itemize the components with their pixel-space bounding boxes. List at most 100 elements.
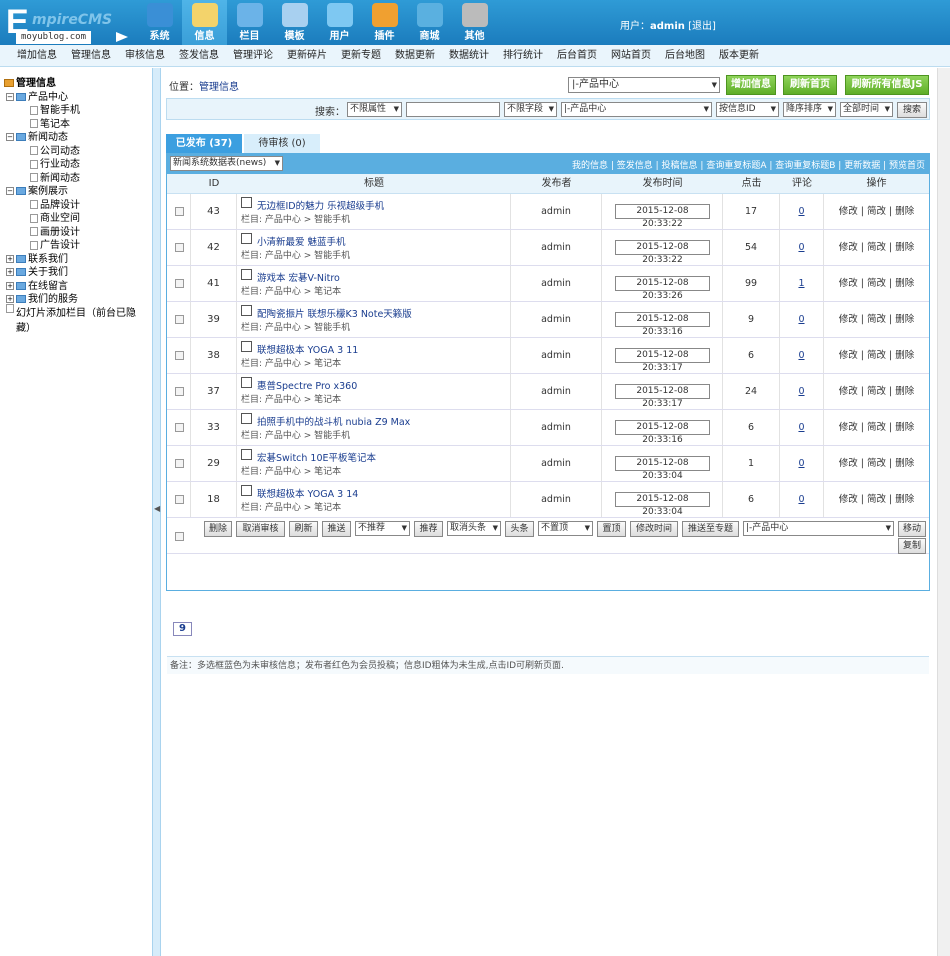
row-comments-link[interactable]: 0	[798, 206, 804, 217]
nav-folder[interactable]: 栏目	[227, 0, 272, 45]
submenu-item[interactable]: 更新碎片	[280, 45, 334, 66]
row-ops[interactable]: 修改 | 简改 | 删除	[824, 446, 929, 481]
push-topic-button[interactable]: 推送至专题	[682, 521, 739, 537]
row-title-link[interactable]: 惠普Spectre Pro x360	[257, 381, 357, 392]
tree-item[interactable]: 幻灯片添加栏目（前台已隐藏）	[6, 304, 136, 334]
row-checkbox[interactable]	[175, 459, 184, 468]
row-title-link[interactable]: 游戏本 宏碁V-Nitro	[257, 273, 340, 284]
row-category-link[interactable]: 产品中心 > 智能手机	[265, 431, 350, 441]
submenu-item[interactable]: 增加信息	[10, 45, 64, 66]
row-checkbox[interactable]	[175, 423, 184, 432]
row-time-field[interactable]: 2015-12-08 20:33:17	[615, 384, 710, 409]
expand-toggle-icon[interactable]: −	[6, 133, 14, 141]
column-select[interactable]: |-产品中心	[568, 77, 720, 93]
expand-toggle-icon[interactable]: −	[6, 92, 14, 101]
row-id[interactable]: 39	[191, 302, 237, 337]
row-checkbox[interactable]	[175, 279, 184, 288]
row-ops[interactable]: 修改 | 简改 | 删除	[824, 266, 929, 301]
row-id[interactable]: 41	[191, 266, 237, 301]
nav-tools[interactable]: 插件	[362, 0, 407, 45]
row-checkbox[interactable]	[175, 495, 184, 504]
row-checkbox[interactable]	[175, 351, 184, 360]
nav-shop[interactable]: 商城	[407, 0, 452, 45]
row-comments-link[interactable]: 0	[798, 494, 804, 505]
row-id[interactable]: 33	[191, 410, 237, 445]
row-ops[interactable]: 修改 | 简改 | 删除	[824, 302, 929, 337]
expand-toggle-icon[interactable]: −	[6, 187, 14, 195]
search-input[interactable]	[406, 102, 500, 117]
col-time[interactable]: 发布时间	[602, 174, 723, 194]
row-checkbox[interactable]	[175, 243, 184, 252]
search-button[interactable]: 搜索	[897, 102, 927, 118]
row-comments-link[interactable]: 0	[798, 314, 804, 325]
tab-pending[interactable]: 待审核 (0)	[244, 134, 320, 153]
row-comments-link[interactable]: 0	[798, 386, 804, 397]
order-select[interactable]: 降序排序	[783, 102, 836, 117]
row-ops[interactable]: 修改 | 简改 | 删除	[824, 194, 929, 229]
scrollbar[interactable]	[937, 68, 950, 956]
copy-button[interactable]: 复制	[898, 538, 926, 554]
row-id[interactable]: 29	[191, 446, 237, 481]
row-ops[interactable]: 修改 | 简改 | 删除	[824, 482, 929, 517]
panel-link[interactable]: 查询重复标题B	[775, 161, 835, 171]
row-id[interactable]: 38	[191, 338, 237, 373]
submenu-item[interactable]: 签发信息	[172, 45, 226, 66]
row-comments-link[interactable]: 0	[798, 458, 804, 469]
col-id[interactable]: ID	[191, 174, 237, 194]
row-time-field[interactable]: 2015-12-08 20:33:04	[615, 492, 710, 517]
nav-template[interactable]: 模板	[272, 0, 317, 45]
push-button[interactable]: 推送	[322, 521, 351, 537]
tab-published[interactable]: 已发布 (37)	[166, 134, 242, 153]
row-time-field[interactable]: 2015-12-08 20:33:17	[615, 348, 710, 373]
submenu-item[interactable]: 网站首页	[604, 45, 658, 66]
refresh-js-button[interactable]: 刷新所有信息JS	[845, 75, 929, 95]
nav-globe[interactable]: 系统	[137, 0, 182, 45]
submenu-item[interactable]: 管理评论	[226, 45, 280, 66]
row-time-field[interactable]: 2015-12-08 20:33:22	[615, 240, 710, 265]
row-id[interactable]: 43	[191, 194, 237, 229]
bulk-column-select[interactable]: |-产品中心	[743, 521, 894, 536]
expand-toggle-icon[interactable]: +	[6, 254, 14, 263]
table-select[interactable]: 新闻系统数据表(news)	[170, 156, 283, 171]
row-id[interactable]: 18	[191, 482, 237, 517]
refresh-button[interactable]: 刷新	[289, 521, 318, 537]
row-id[interactable]: 42	[191, 230, 237, 265]
row-ops[interactable]: 修改 | 简改 | 删除	[824, 338, 929, 373]
order-by-select[interactable]: 按信息ID	[716, 102, 779, 117]
expand-toggle-icon[interactable]: +	[6, 268, 14, 276]
sidebar-toggle[interactable]: ◀	[152, 68, 161, 956]
row-category-link[interactable]: 产品中心 > 智能手机	[265, 323, 350, 333]
submenu-item[interactable]: 后台首页	[550, 45, 604, 66]
submenu-item[interactable]: 数据更新	[388, 45, 442, 66]
submenu-item[interactable]: 管理信息	[64, 45, 118, 66]
submenu-item[interactable]: 审核信息	[118, 45, 172, 66]
row-time-field[interactable]: 2015-12-08 20:33:16	[615, 312, 710, 337]
row-title-link[interactable]: 宏碁Switch 10E平板笔记本	[257, 453, 376, 464]
row-ops[interactable]: 修改 | 简改 | 删除	[824, 230, 929, 265]
row-title-link[interactable]: 拍照手机中的战斗机 nubia Z9 Max	[257, 417, 410, 428]
row-comments-link[interactable]: 1	[798, 278, 804, 289]
submenu-item[interactable]: 后台地图	[658, 45, 712, 66]
row-time-field[interactable]: 2015-12-08 20:33:26	[615, 276, 710, 301]
row-title-link[interactable]: 小清新最爱 魅蓝手机	[257, 237, 346, 248]
row-id[interactable]: 37	[191, 374, 237, 409]
submenu-item[interactable]: 数据统计	[442, 45, 496, 66]
move-button[interactable]: 移动	[898, 521, 926, 537]
row-title-link[interactable]: 配陶瓷振片 联想乐檬K3 Note天籁版	[257, 309, 412, 320]
submenu-item[interactable]: 排行统计	[496, 45, 550, 66]
col-clicks[interactable]: 点击	[723, 174, 780, 194]
panel-link[interactable]: 预览首页	[889, 161, 925, 171]
row-category-link[interactable]: 产品中心 > 笔记本	[265, 467, 341, 477]
row-category-link[interactable]: 产品中心 > 智能手机	[265, 251, 350, 261]
row-category-link[interactable]: 产品中心 > 笔记本	[265, 287, 341, 297]
unaudit-button[interactable]: 取消审核	[236, 521, 285, 537]
delete-button[interactable]: 删除	[204, 521, 232, 537]
attr-select[interactable]: 不限属性	[347, 102, 402, 117]
row-category-link[interactable]: 产品中心 > 笔记本	[265, 395, 341, 405]
page-number[interactable]: 9	[173, 622, 192, 636]
refresh-home-button[interactable]: 刷新首页	[783, 75, 837, 95]
search-column-select[interactable]: |-产品中心	[561, 102, 712, 117]
row-title-link[interactable]: 联想超极本 YOGA 3 14	[257, 489, 358, 500]
logo[interactable]: E mpireCMS moyublog.com	[6, 4, 136, 44]
breadcrumb-link[interactable]: 管理信息	[199, 82, 239, 93]
